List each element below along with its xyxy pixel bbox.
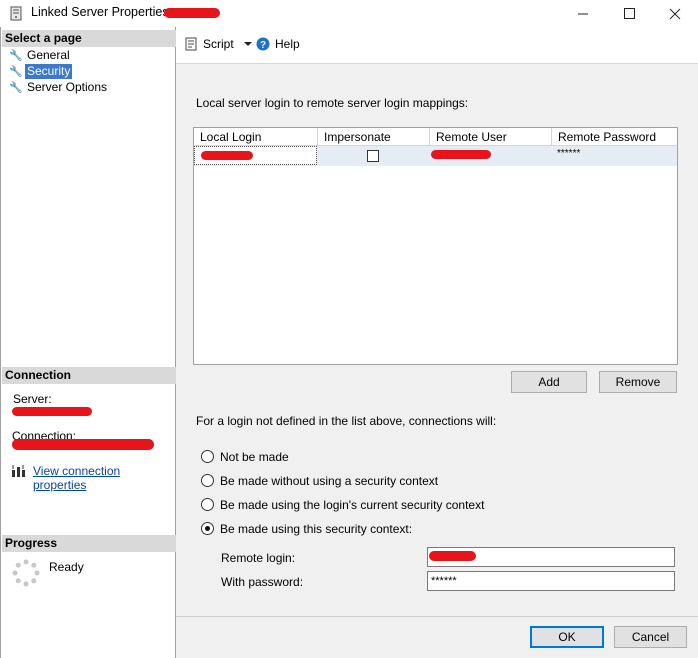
connection-properties-icon [12,465,25,477]
wrench-icon: 🔧 [9,82,23,94]
title-bar: Linked Server Properties - [0,0,698,27]
close-icon [669,8,681,19]
undefined-login-label: For a login not defined in the list abov… [196,414,497,428]
column-header-local-login[interactable]: Local Login [194,128,318,146]
help-icon: ? [256,37,270,51]
sidebar-item-server-options[interactable]: 🔧 Server Options [9,80,109,95]
radio-not-be-made[interactable] [201,450,214,463]
progress-status: Ready [49,560,84,574]
wrench-icon: 🔧 [9,66,23,78]
column-header-remote-user[interactable]: Remote User [430,128,552,146]
redacted-local-login [201,151,253,160]
column-header-impersonate[interactable]: Impersonate [318,128,430,146]
sidebar-item-general[interactable]: 🔧 General [9,48,72,63]
left-pane: Select a page 🔧 General 🔧 Security 🔧 Ser… [0,27,176,658]
radio-label: Not be made [220,450,289,464]
connection-header: Connection [2,367,176,384]
sidebar-item-security[interactable]: 🔧 Security [9,64,73,79]
column-header-remote-password[interactable]: Remote Password [552,128,677,146]
password-input[interactable]: ****** [427,571,675,591]
script-label: Script [203,37,234,51]
view-connection-properties-link[interactable]: View connection properties [33,464,175,492]
radio-label: Be made using this security context: [220,522,413,536]
remote-login-label: Remote login: [221,551,296,565]
close-button[interactable] [652,0,698,27]
svg-text:?: ? [260,40,266,51]
table-row[interactable]: ****** [194,146,677,166]
radio-without-security-context[interactable] [201,474,214,487]
help-button[interactable]: ? Help [256,37,300,51]
select-page-header: Select a page [2,30,176,47]
remote-password-cell[interactable]: ****** [557,148,580,159]
minimize-button[interactable] [560,0,606,27]
redacted-remote-login [429,551,476,561]
remove-button[interactable]: Remove [599,371,677,393]
script-icon [185,37,197,51]
window-title: Linked Server Properties - [31,5,177,19]
impersonate-checkbox[interactable] [367,150,379,162]
sidebar-item-label: Security [25,64,73,79]
wrench-icon: 🔧 [9,50,23,62]
toolbar: Script ? Help [176,27,698,64]
redacted-server-name [164,8,220,18]
maximize-icon [623,8,635,19]
radio-this-security-context[interactable] [201,522,214,535]
redacted-remote-user [431,150,491,159]
sidebar-item-label: General [27,48,70,62]
server-label: Server: [13,392,52,406]
add-button[interactable]: Add [511,371,587,393]
progress-header: Progress [2,535,176,552]
maximize-button[interactable] [606,0,652,27]
redacted-server-value [12,407,92,416]
ok-button[interactable]: OK [530,626,604,648]
sidebar-item-label: Server Options [27,80,108,94]
login-mappings-grid[interactable]: Local Login Impersonate Remote User Remo… [193,127,678,365]
redacted-connection-value [12,439,154,450]
with-password-label: With password: [221,575,304,589]
radio-login-current-context[interactable] [201,498,214,511]
chevron-down-icon [243,42,252,46]
radio-label: Be made using the login's current securi… [220,498,485,512]
mappings-label: Local server login to remote server logi… [196,96,469,110]
help-label: Help [275,37,300,51]
server-app-icon [10,6,22,21]
script-button[interactable]: Script [184,37,253,51]
progress-spinner-icon [12,559,40,587]
radio-label: Be made without using a security context [220,474,439,488]
cancel-button[interactable]: Cancel [614,626,687,648]
minimize-icon [577,13,588,15]
